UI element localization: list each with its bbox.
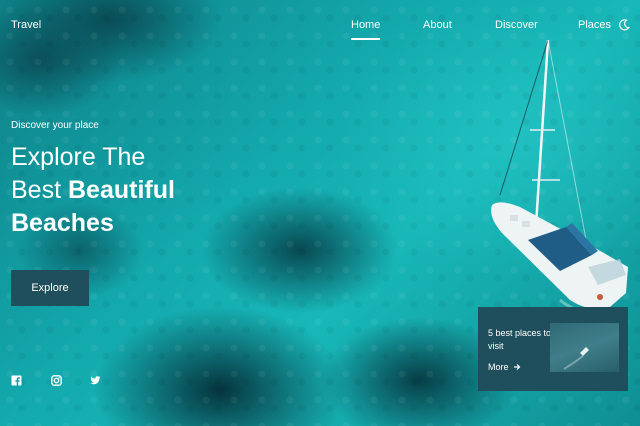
card-thumbnail (550, 323, 619, 372)
headline-line-2: Best Beautiful (11, 174, 271, 207)
instagram-icon[interactable] (51, 375, 62, 386)
moon-icon[interactable] (617, 18, 631, 32)
card-more-label: More (488, 362, 509, 372)
nav-discover[interactable]: Discover (495, 19, 538, 31)
site-logo[interactable]: Travel (11, 19, 41, 31)
card-more-link[interactable]: More (488, 362, 521, 372)
headline-line-3: Beaches (11, 209, 114, 237)
sailboat-image (491, 39, 628, 315)
facebook-icon[interactable] (11, 375, 22, 386)
hero-headline: Explore The Best Beautiful Beaches (11, 141, 271, 240)
boat-thumbnail-image (563, 347, 589, 370)
twitter-icon[interactable] (90, 375, 101, 386)
places-card[interactable]: 5 best places to visit More (478, 307, 628, 391)
hero-subtitle: Discover your place (11, 120, 99, 131)
hero-section: Travel Home About Discover Places Discov… (0, 0, 640, 426)
headline-line-2-strong: Beautiful (67, 176, 175, 204)
site-header: Travel Home About Discover Places (0, 0, 640, 52)
arrow-right-icon (513, 364, 520, 370)
explore-button[interactable]: Explore (11, 270, 89, 306)
nav-places[interactable]: Places (578, 19, 611, 31)
headline-line-2-light: Best (11, 176, 68, 204)
nav-home[interactable]: Home (351, 19, 380, 31)
nav-about[interactable]: About (423, 19, 452, 31)
headline-line-1: Explore The (11, 143, 146, 171)
nav-active-indicator (351, 38, 380, 40)
card-title: 5 best places to visit (488, 328, 552, 351)
